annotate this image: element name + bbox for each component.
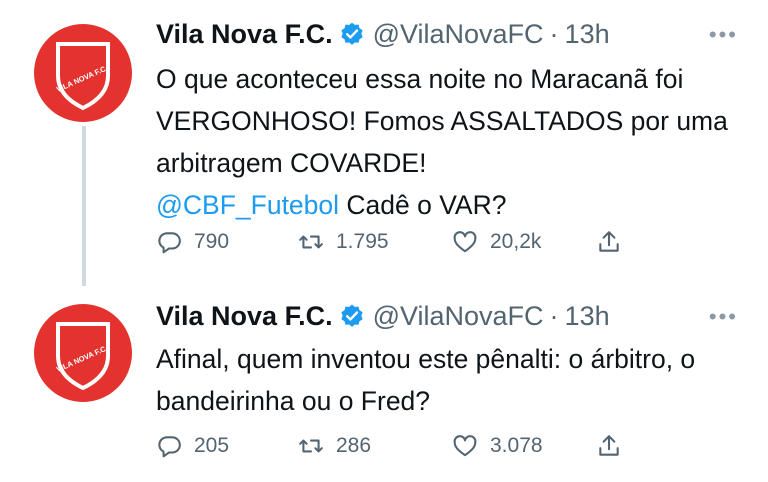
club-crest-icon: VILA NOVA F.C. (55, 322, 110, 391)
retweet-button[interactable]: 1.795 (298, 222, 389, 262)
author-name[interactable]: Vila Nova F.C. (156, 19, 333, 50)
club-crest-icon: VILA NOVA F.C. (55, 42, 110, 111)
verified-badge-icon (340, 304, 363, 327)
avatar[interactable]: VILA NOVA F.C. (34, 24, 132, 122)
tweet-text: Afinal, quem inventou este pênalti: o ár… (156, 344, 703, 416)
retweet-icon (299, 439, 323, 453)
author-name[interactable]: Vila Nova F.C. (156, 301, 333, 332)
tweet-text-part: Cadê o VAR? (339, 190, 507, 220)
like-icon (453, 231, 477, 253)
more-options-icon[interactable]: ••• (709, 22, 738, 48)
more-options-icon[interactable]: ••• (709, 304, 738, 330)
reply-count: 205 (194, 434, 230, 457)
thread-line (82, 126, 86, 286)
crest-text: VILA NOVA F.C. (55, 343, 109, 374)
separator-dot: · (549, 18, 559, 49)
reply-button[interactable]: 205 (156, 426, 229, 466)
retweet-button[interactable]: 286 (298, 426, 371, 466)
retweet-icon (299, 235, 323, 249)
like-button[interactable]: 3.078 (452, 426, 543, 466)
retweet-count: 286 (336, 434, 372, 457)
reply-count: 790 (194, 230, 230, 253)
separator-dot: · (549, 300, 559, 331)
avatar[interactable]: VILA NOVA F.C. (34, 304, 132, 402)
tweet-header: Vila Nova F.C. @VilaNovaFC · 13h (156, 296, 610, 336)
tweet-text-part: O que aconteceu essa noite no Maracanã f… (156, 64, 728, 178)
crest-text: VILA NOVA F.C. (55, 63, 109, 94)
mention-link[interactable]: @CBF_Futebol (156, 190, 339, 220)
share-icon (599, 231, 619, 252)
tweet-text: O que aconteceu essa noite no Maracanã f… (156, 58, 746, 226)
tweet-time[interactable]: 13h (565, 301, 610, 332)
like-icon (453, 435, 477, 457)
author-handle[interactable]: @VilaNovaFC (373, 19, 544, 50)
tweet-header: Vila Nova F.C. @VilaNovaFC · 13h (156, 14, 610, 54)
tweet-actions: 790 1.795 20,2k (156, 222, 636, 262)
tweet-time[interactable]: 13h (565, 19, 610, 50)
reply-icon (158, 436, 181, 458)
verified-badge-icon (340, 22, 363, 45)
share-button[interactable] (596, 222, 634, 262)
retweet-count: 1.795 (336, 230, 389, 253)
reply-button[interactable]: 790 (156, 222, 229, 262)
like-button[interactable]: 20,2k (452, 222, 541, 262)
reply-icon (158, 232, 181, 254)
like-count: 3.078 (490, 434, 543, 457)
share-icon (599, 435, 619, 456)
share-button[interactable] (596, 426, 634, 466)
tweet-actions: 205 286 3.078 (156, 426, 636, 466)
author-handle[interactable]: @VilaNovaFC (373, 301, 544, 332)
like-count: 20,2k (490, 230, 542, 253)
